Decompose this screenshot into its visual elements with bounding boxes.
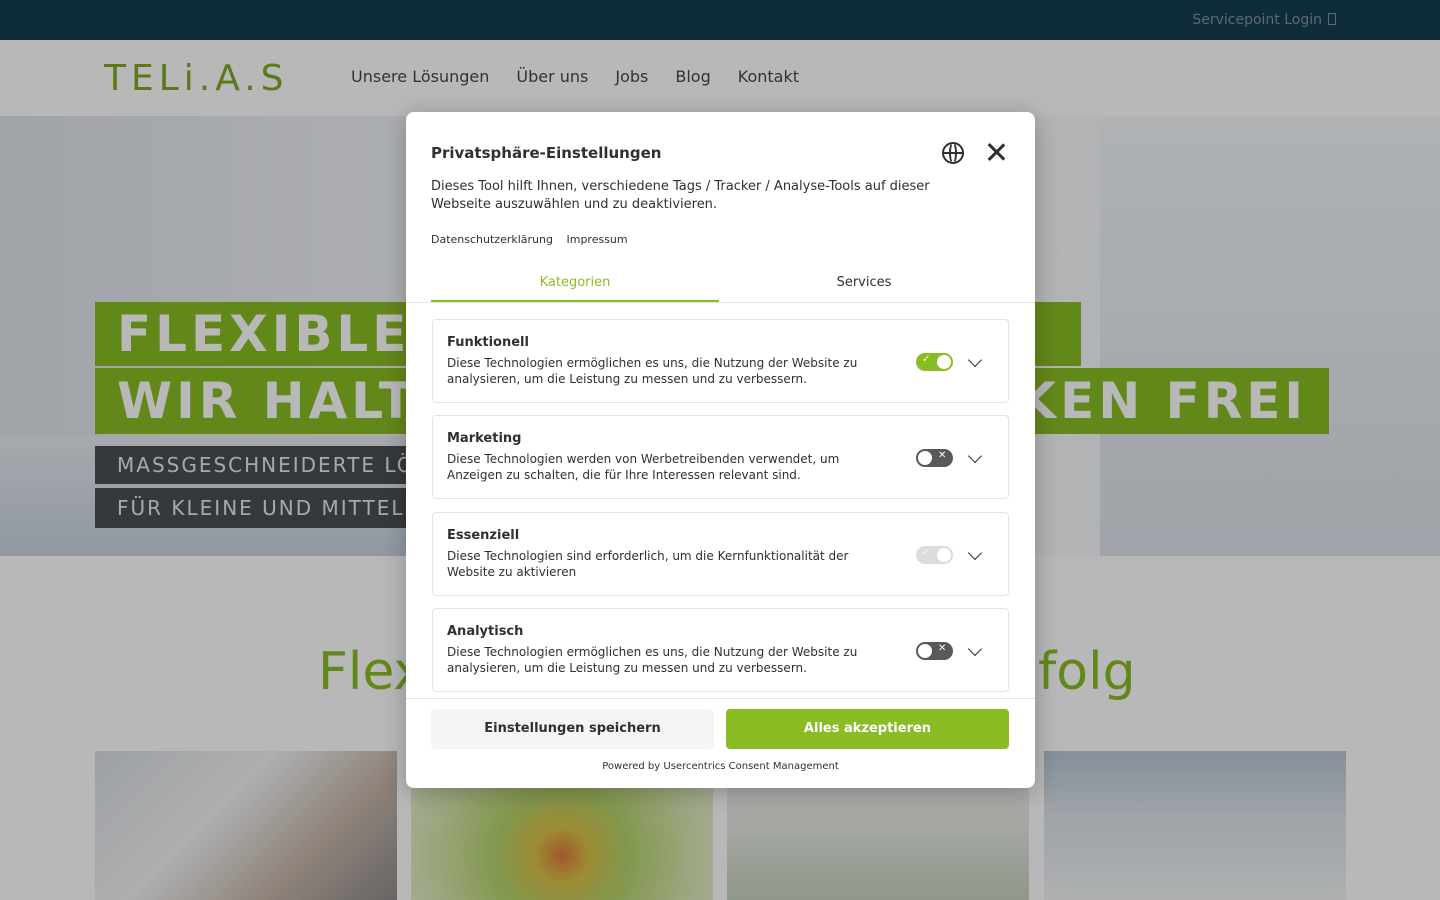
check-icon: ✓ (922, 354, 931, 365)
save-settings-button[interactable]: Einstellungen speichern (431, 709, 714, 749)
chevron-down-icon[interactable] (967, 545, 983, 561)
category-card-analytisch[interactable]: Analytisch Diese Technologien ermögliche… (432, 608, 1009, 692)
chevron-down-icon[interactable] (967, 352, 983, 368)
powered-by-text: Powered by Usercentrics Consent Manageme… (602, 761, 839, 772)
privacy-settings-dialog: Privatsphäre-Einstellungen Dieses Tool h… (406, 112, 1035, 788)
tab-services[interactable]: Services (720, 272, 1008, 302)
x-icon: ✕ (938, 450, 947, 461)
toggle-funktionell[interactable]: ✓ (916, 353, 953, 371)
globe-icon[interactable] (942, 142, 964, 164)
toggle-knob (937, 355, 951, 369)
category-description: Diese Technologien werden von Werbetreib… (447, 452, 840, 482)
category-description: Diese Technologien ermöglichen es uns, d… (447, 356, 858, 386)
chevron-down-icon[interactable] (967, 448, 983, 464)
category-title: Marketing (447, 431, 522, 446)
toggle-knob (937, 548, 951, 562)
dialog-tabs: Kategorien Services (431, 272, 1008, 302)
accept-all-button[interactable]: Alles akzeptieren (726, 709, 1009, 749)
category-description: Diese Technologien sind erforderlich, um… (447, 549, 849, 579)
x-icon: ✕ (938, 643, 947, 654)
category-card-essenziell[interactable]: Essenziell Diese Technologien sind erfor… (432, 512, 1009, 596)
dialog-title: Privatsphäre-Einstellungen (431, 144, 662, 162)
category-description: Diese Technologien ermöglichen es uns, d… (447, 645, 858, 675)
imprint-link[interactable]: Impressum (566, 233, 627, 246)
footer-divider (406, 698, 1035, 699)
toggle-knob (918, 451, 932, 465)
dialog-links: Datenschutzerklärung Impressum (431, 233, 638, 246)
category-card-marketing[interactable]: Marketing Diese Technologien werden von … (432, 415, 1009, 499)
tab-kategorien[interactable]: Kategorien (431, 272, 719, 302)
category-title: Essenziell (447, 528, 520, 543)
close-icon[interactable] (984, 140, 1008, 164)
chevron-down-icon[interactable] (967, 641, 983, 657)
toggle-knob (918, 644, 932, 658)
category-title: Analytisch (447, 624, 524, 639)
privacy-policy-link[interactable]: Datenschutzerklärung (431, 233, 553, 246)
check-icon: ✓ (922, 547, 931, 558)
toggle-analytisch[interactable]: ✕ (916, 642, 953, 660)
category-card-funktionell[interactable]: Funktionell Diese Technologien ermöglich… (432, 319, 1009, 403)
tab-divider (406, 302, 1035, 303)
toggle-essenziell: ✓ (916, 546, 953, 564)
category-title: Funktionell (447, 335, 529, 350)
dialog-description: Dieses Tool hilft Ihnen, verschiedene Ta… (431, 179, 930, 212)
toggle-marketing[interactable]: ✕ (916, 449, 953, 467)
